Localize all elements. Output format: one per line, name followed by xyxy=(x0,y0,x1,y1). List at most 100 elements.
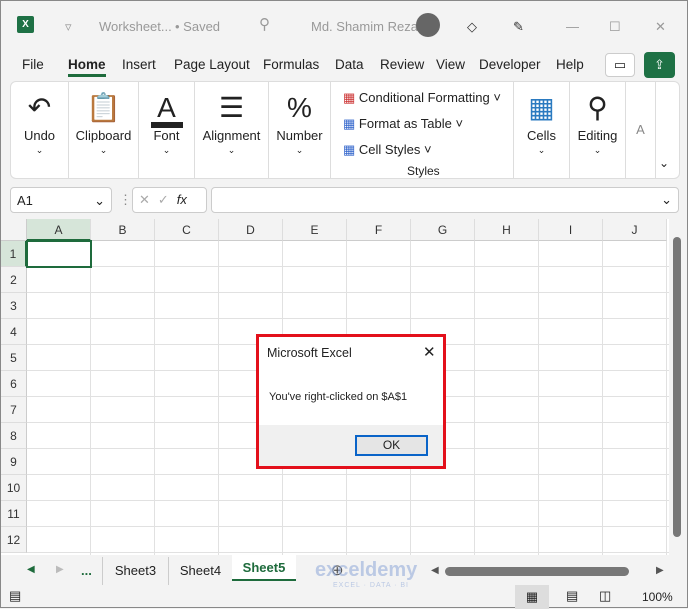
comments-button[interactable]: ▭ xyxy=(605,53,635,77)
select-all-button[interactable] xyxy=(1,219,27,241)
column-header-A[interactable]: A xyxy=(27,219,91,241)
collapse-ribbon-icon[interactable]: ⌄ xyxy=(659,156,669,170)
sheet-tab-sheet4[interactable]: Sheet4 xyxy=(168,557,232,585)
zoom-level[interactable]: 100% xyxy=(642,590,673,604)
avatar[interactable] xyxy=(416,13,440,37)
title-bar: X ▿ Worksheet... • Saved ⚲ Md. Shamim Re… xyxy=(1,1,688,49)
close-button[interactable]: ✕ xyxy=(655,19,666,35)
row-header-7[interactable]: 7 xyxy=(1,397,27,423)
row-header-3[interactable]: 3 xyxy=(1,293,27,319)
row-header-12[interactable]: 12 xyxy=(1,527,27,553)
tab-insert[interactable]: Insert xyxy=(122,57,156,72)
tab-help[interactable]: Help xyxy=(556,57,584,72)
format-table-icon: ▦ xyxy=(343,116,356,131)
tab-data[interactable]: Data xyxy=(335,57,364,72)
name-box[interactable]: A1 ⌄ xyxy=(10,187,112,213)
status-bar: ▤ ▦ ▤ ◫ 100% xyxy=(1,585,688,609)
tab-home[interactable]: Home xyxy=(68,57,106,77)
conditional-formatting-button[interactable]: ▦ Conditional Formatting ˅ xyxy=(343,90,501,106)
scroll-left-icon[interactable]: ◀ xyxy=(431,565,439,576)
prev-sheet-icon[interactable]: ◀ xyxy=(27,564,35,575)
clipboard-button[interactable]: 📋 Clipboard ⌄ xyxy=(69,82,139,178)
scroll-right-icon[interactable]: ▶ xyxy=(656,565,664,576)
ok-button[interactable]: OK xyxy=(355,435,428,456)
normal-view-button[interactable]: ▦ xyxy=(515,585,549,609)
row-header-6[interactable]: 6 xyxy=(1,371,27,397)
coauthor-icon[interactable]: ✎ xyxy=(513,19,524,35)
font-label: Font xyxy=(153,128,180,143)
row-header-1[interactable]: 1 xyxy=(1,241,27,267)
tab-file[interactable]: File xyxy=(22,57,44,72)
page-layout-view-button[interactable]: ▤ xyxy=(566,588,578,604)
undo-button[interactable]: ↶ Undo ⌄ xyxy=(11,82,69,178)
cells-label: Cells xyxy=(527,128,556,143)
more-sheets-button[interactable]: ... xyxy=(81,563,92,578)
row-header-4[interactable]: 4 xyxy=(1,319,27,345)
minimize-button[interactable]: — xyxy=(566,19,579,34)
dialog-footer: OK xyxy=(259,425,443,466)
next-sheet-icon[interactable]: ▶ xyxy=(56,564,64,575)
editing-button[interactable]: ⚲ Editing ⌄ xyxy=(570,82,626,178)
dialog-close-button[interactable]: ✕ xyxy=(423,343,436,361)
dialog-title: Microsoft Excel xyxy=(267,346,352,360)
cell-styles-button[interactable]: ▦ Cell Styles ˅ xyxy=(343,142,432,158)
scroll-thumb[interactable] xyxy=(673,237,681,537)
grid-line xyxy=(538,241,539,555)
search-icon[interactable]: ⚲ xyxy=(259,15,270,33)
share-button[interactable]: ⇪ xyxy=(644,52,675,78)
diamond-icon[interactable]: ◇ xyxy=(467,19,477,35)
horizontal-scrollbar[interactable] xyxy=(445,567,629,576)
active-cell-A1[interactable] xyxy=(26,240,92,268)
column-header-F[interactable]: F xyxy=(347,219,411,241)
grid-line xyxy=(27,500,669,501)
ribbon: ↶ Undo ⌄ 📋 Clipboard ⌄ A Font ⌄ ☰ Alignment ⌄ % N… xyxy=(10,81,680,179)
user-name: Md. Shamim Reza xyxy=(311,19,418,34)
grid-line xyxy=(27,318,669,319)
grid-line xyxy=(666,241,667,555)
row-header-10[interactable]: 10 xyxy=(1,475,27,501)
dialog-message: You've right-clicked on $A$1 xyxy=(269,391,408,403)
alignment-label: Alignment xyxy=(202,128,261,143)
page-break-view-button[interactable]: ◫ xyxy=(599,588,611,604)
format-as-table-button[interactable]: ▦ Format as Table ˅ xyxy=(343,116,463,132)
tab-developer[interactable]: Developer xyxy=(479,57,541,72)
formula-bar: A1 ⌄ ⋮ ✕✓fx ⌄ xyxy=(1,187,688,215)
cells-button[interactable]: ▦ Cells ⌄ xyxy=(514,82,570,178)
sheet-tab-sheet5[interactable]: Sheet5 xyxy=(232,555,296,581)
maximize-button[interactable]: ☐ xyxy=(609,19,621,35)
column-header-J[interactable]: J xyxy=(603,219,667,241)
tab-page-layout[interactable]: Page Layout xyxy=(174,57,250,72)
column-header-C[interactable]: C xyxy=(155,219,219,241)
row-header-8[interactable]: 8 xyxy=(1,423,27,449)
alignment-button[interactable]: ☰ Alignment ⌄ xyxy=(195,82,269,178)
row-header-2[interactable]: 2 xyxy=(1,267,27,293)
undo-icon: ↶ xyxy=(27,92,52,123)
clipboard-label: Clipboard xyxy=(75,128,132,143)
accessibility-icon[interactable]: ▤ xyxy=(9,588,21,604)
column-header-E[interactable]: E xyxy=(283,219,347,241)
tab-view[interactable]: View xyxy=(436,57,465,72)
more-group[interactable]: A xyxy=(626,82,656,178)
column-header-B[interactable]: B xyxy=(91,219,155,241)
column-header-G[interactable]: G xyxy=(411,219,475,241)
number-label: Number xyxy=(276,128,323,143)
row-header-11[interactable]: 11 xyxy=(1,501,27,527)
column-header-H[interactable]: H xyxy=(475,219,539,241)
tab-review[interactable]: Review xyxy=(380,57,424,72)
doc-name[interactable]: Worksheet... xyxy=(99,19,172,34)
row-header-9[interactable]: 9 xyxy=(1,449,27,475)
row-header-5[interactable]: 5 xyxy=(1,345,27,371)
number-button[interactable]: % Number ⌄ xyxy=(269,82,331,178)
insert-function-button[interactable]: fx xyxy=(177,192,187,207)
grid-line xyxy=(27,526,669,527)
column-header-I[interactable]: I xyxy=(539,219,603,241)
font-button[interactable]: A Font ⌄ xyxy=(139,82,195,178)
search-magnifier-icon: ⚲ xyxy=(587,92,608,123)
vertical-scrollbar[interactable] xyxy=(669,219,687,555)
formula-input[interactable]: ⌄ xyxy=(211,187,679,213)
customize-qat-icon[interactable]: ▿ xyxy=(65,19,72,35)
save-state[interactable]: • Saved xyxy=(175,19,220,34)
tab-formulas[interactable]: Formulas xyxy=(263,57,319,72)
column-header-D[interactable]: D xyxy=(219,219,283,241)
sheet-tab-sheet3[interactable]: Sheet3 xyxy=(102,557,168,585)
